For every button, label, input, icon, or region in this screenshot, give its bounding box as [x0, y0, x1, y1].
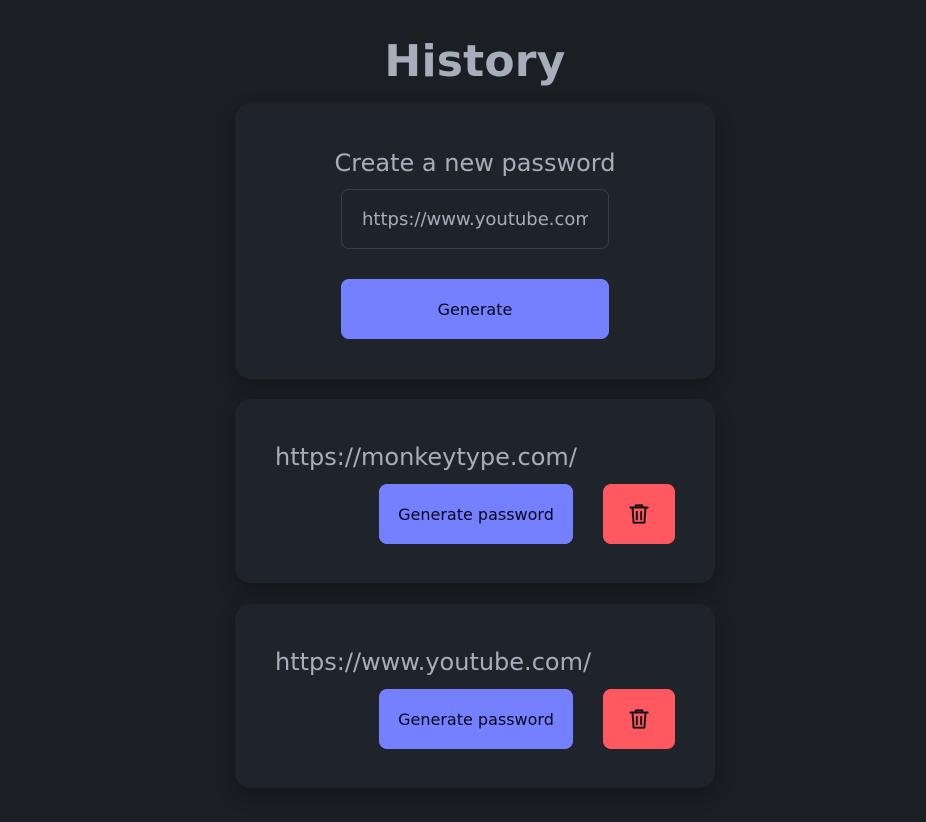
- create-password-title: Create a new password: [334, 149, 616, 177]
- generate-button[interactable]: Generate: [341, 279, 609, 339]
- history-item-url: https://monkeytype.com/: [275, 443, 577, 471]
- history-item: https://monkeytype.com/ Generate passwor…: [235, 399, 715, 583]
- trash-icon: [629, 504, 649, 524]
- trash-icon: [629, 709, 649, 729]
- page-title: History: [384, 36, 566, 87]
- delete-button[interactable]: [603, 689, 675, 749]
- generate-password-button[interactable]: Generate password: [379, 689, 573, 749]
- generate-password-button[interactable]: Generate password: [379, 484, 573, 544]
- history-item: https://www.youtube.com/ Generate passwo…: [235, 604, 715, 788]
- delete-button[interactable]: [603, 484, 675, 544]
- create-password-card: Create a new password Generate: [235, 103, 715, 379]
- url-input[interactable]: [341, 189, 609, 249]
- history-item-url: https://www.youtube.com/: [275, 648, 592, 676]
